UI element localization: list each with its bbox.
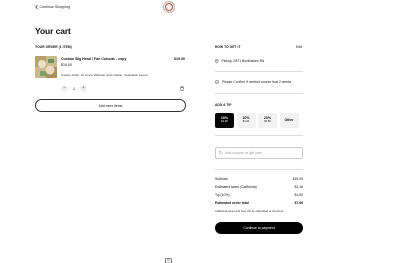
tip-amount: $1.90	[221, 120, 228, 124]
logo-ring-icon	[165, 3, 173, 11]
summary-label: Subtotal	[215, 177, 228, 181]
summary-value: $1.90	[294, 193, 304, 197]
summary-row-total: Estimated order total $7.66	[215, 201, 303, 205]
summary-label: Estimated order total	[215, 201, 249, 205]
continue-to-payment-button[interactable]: Continue to payment	[215, 222, 303, 234]
chevron-left-icon	[35, 5, 38, 9]
page-title: Your cart	[35, 26, 71, 36]
product-image-icon	[35, 56, 57, 78]
item-name[interactable]: Custom Big Head / Fan Cutouts - copy	[61, 57, 127, 61]
order-section-label: YOUR ORDER (1 ITEM)	[35, 45, 72, 49]
summary-label: Tip (10%)	[215, 193, 230, 197]
divider	[215, 71, 303, 72]
tax-note: Additional taxes and fees will be calcul…	[215, 209, 284, 213]
product-thumbnail[interactable]	[35, 56, 57, 78]
info-icon	[215, 80, 219, 84]
top-bar: Continue Shopping	[0, 0, 400, 14]
item-variant: Custom Order: for Jenna Villarreal, Styl…	[61, 73, 148, 77]
increase-quantity-button[interactable]: +	[80, 84, 87, 92]
chat-icon[interactable]	[165, 258, 172, 263]
shop-logo[interactable]	[163, 1, 175, 13]
tip-option-10-selected[interactable]: 10% $1.90	[215, 113, 234, 128]
add-more-items-button[interactable]: Add more items	[35, 99, 186, 112]
tip-options: 10% $1.90 10% $1.90 20% $3.80 Other	[215, 113, 299, 128]
divider	[215, 135, 303, 136]
item-unit-price: $19.00	[61, 63, 72, 67]
minus-icon: −	[63, 84, 66, 90]
add-tip-label: ADD A TIP	[215, 103, 232, 107]
edit-fulfillment-link[interactable]: Edit	[296, 45, 302, 49]
plus-icon: +	[82, 84, 85, 90]
map-pin-icon	[215, 59, 219, 64]
divider	[215, 169, 303, 170]
pickup-location: Pickup, 2871 Buckhaven Rd	[215, 59, 264, 64]
quantity-value: 1	[72, 85, 76, 91]
pickup-text: Pickup, 2871 Buckhaven Rd	[221, 59, 265, 64]
summary-value: $7.66	[294, 201, 304, 205]
quantity-stepper: − 1 +	[61, 84, 87, 92]
item-total-price: $19.00	[174, 57, 185, 61]
tip-amount: $1.90	[242, 120, 250, 124]
decrease-quantity-button[interactable]: −	[61, 84, 68, 92]
continue-shopping-link[interactable]: Continue Shopping	[35, 5, 70, 9]
summary-value: $19.00	[292, 177, 303, 181]
coupon-field[interactable]	[215, 147, 303, 159]
summary-label: Estimated taxes (California)	[215, 185, 257, 189]
continue-shopping-label: Continue Shopping	[39, 5, 71, 9]
summary-row-taxes: Estimated taxes (California) $1.16	[215, 185, 303, 189]
fulfillment-note: Please Confirm if needed sooner that 2 w…	[215, 80, 291, 84]
how-to-get-it-label: HOW TO GET IT	[215, 45, 241, 49]
summary-value: $1.16	[294, 185, 304, 189]
tag-icon	[219, 151, 223, 155]
summary-row-subtotal: Subtotal $19.00	[215, 177, 303, 181]
tip-option-20[interactable]: 20% $3.80	[258, 113, 277, 128]
tip-amount: $3.80	[264, 120, 271, 124]
confirm-text: Please Confirm if needed sooner that 2 w…	[222, 80, 292, 84]
tip-option-10[interactable]: 10% $1.90	[236, 113, 256, 128]
coupon-input[interactable]	[224, 151, 302, 155]
trash-icon[interactable]	[180, 86, 184, 91]
tip-option-other[interactable]: Other	[279, 113, 299, 128]
divider	[215, 93, 303, 94]
tip-percent: Other	[284, 117, 294, 122]
summary-row-tip: Tip (10%) $1.90	[215, 193, 303, 197]
